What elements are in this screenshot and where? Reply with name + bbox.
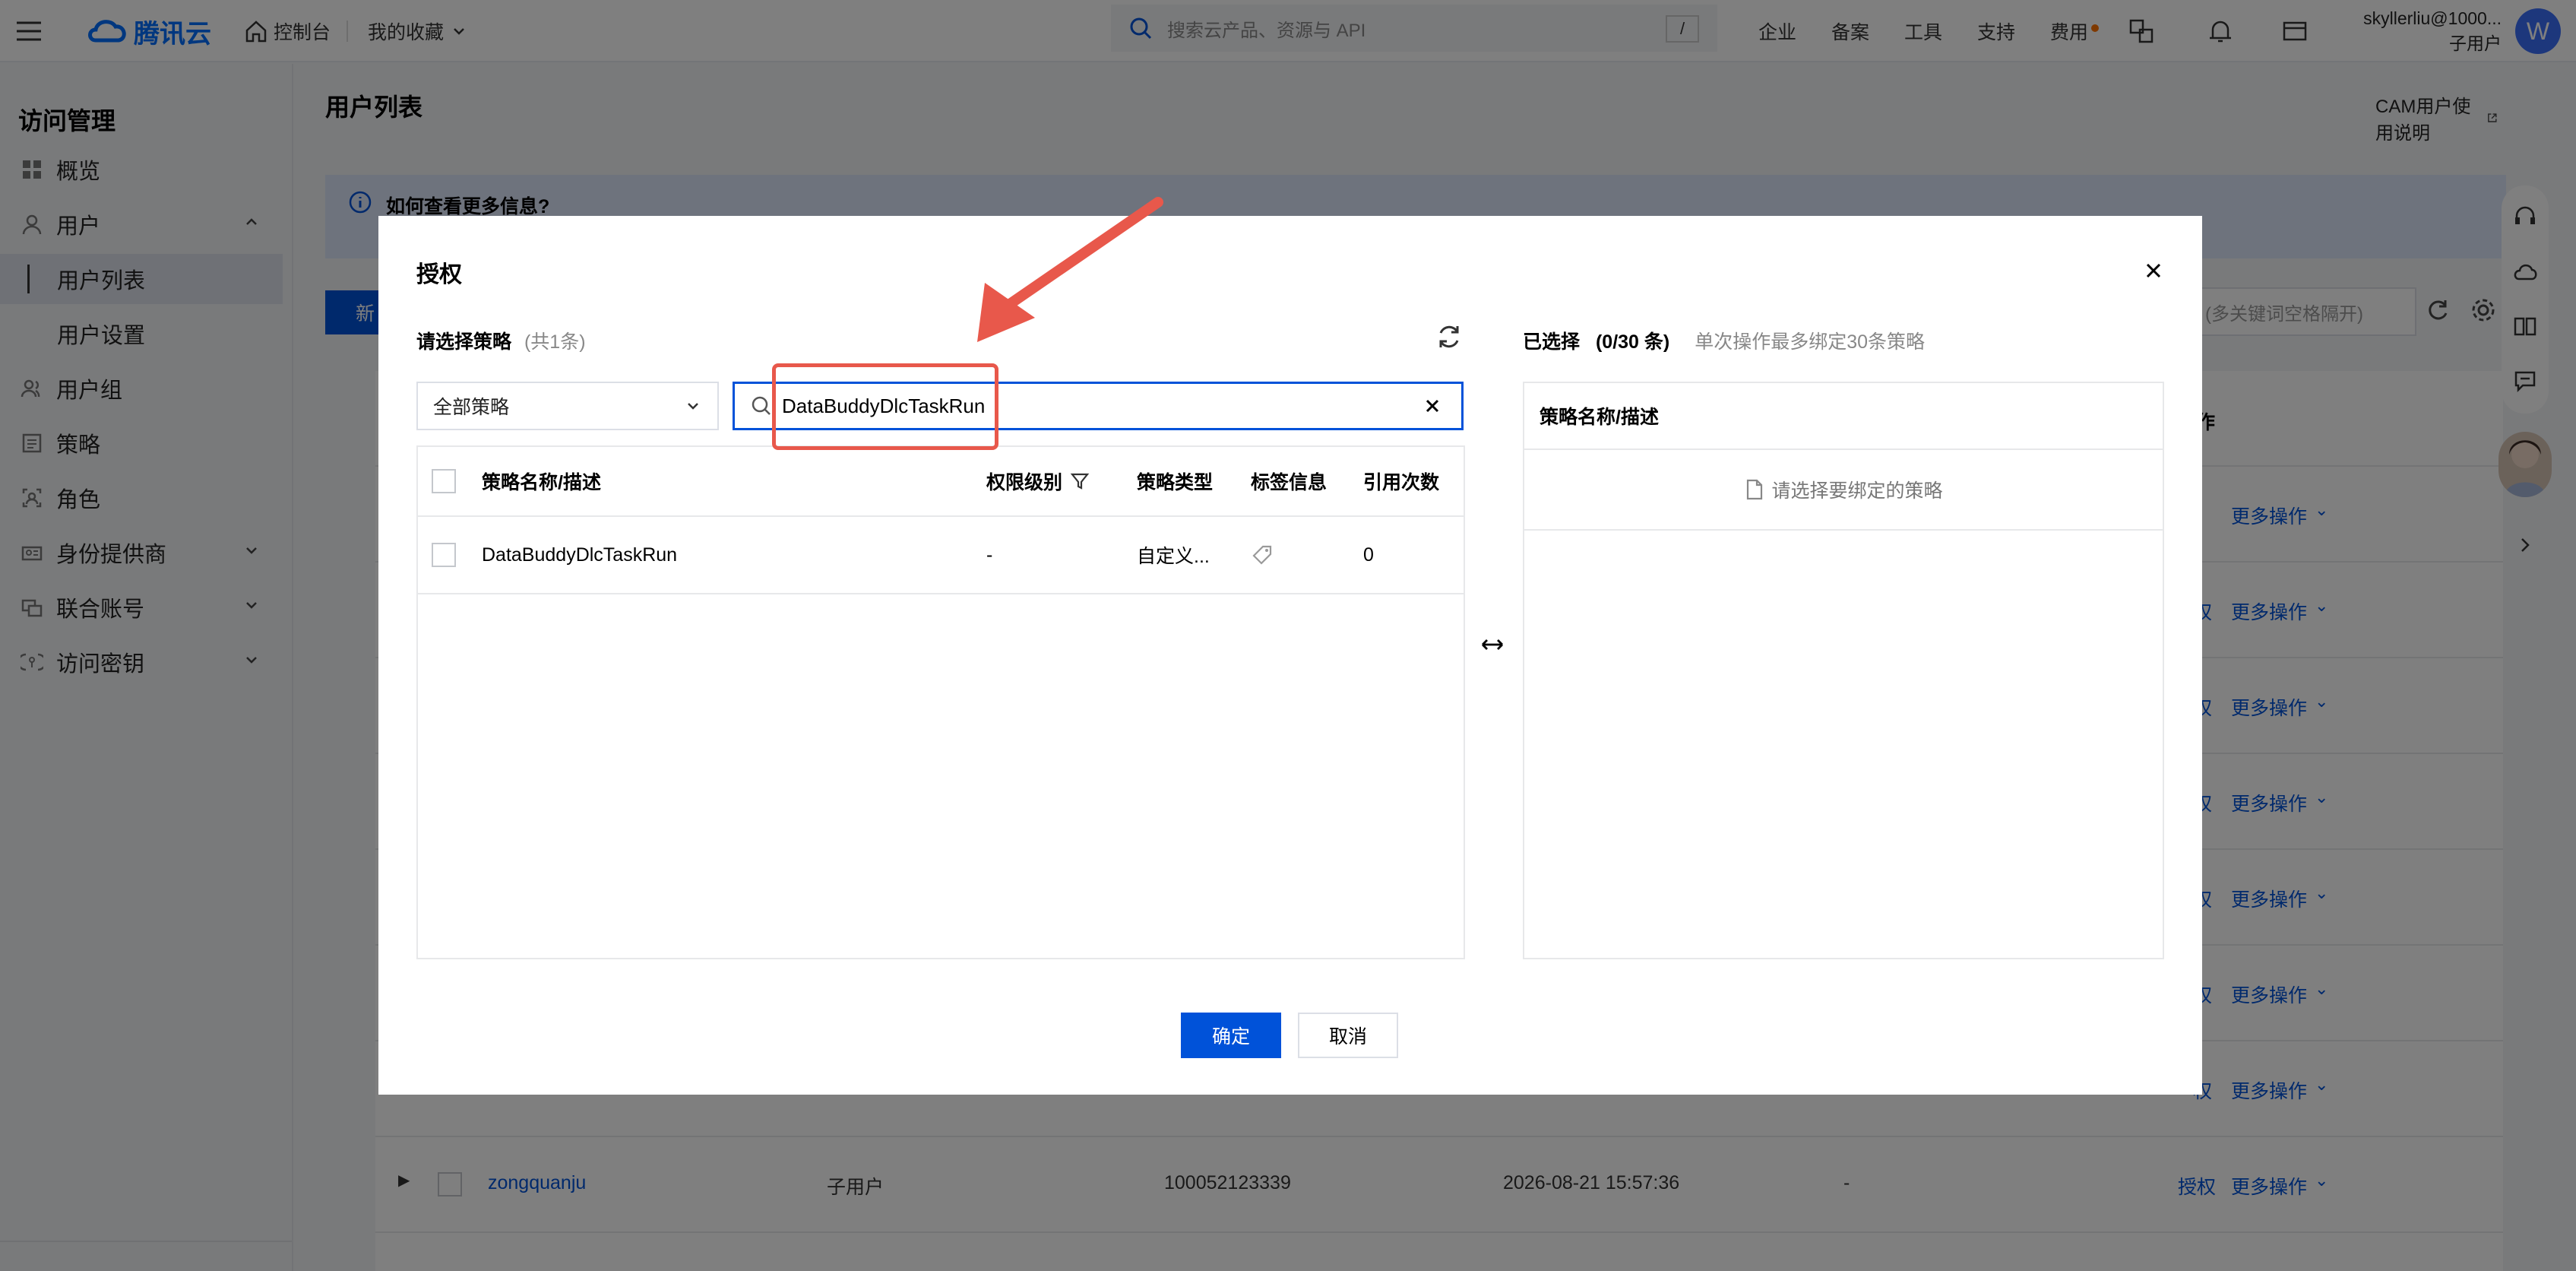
close-icon[interactable]: [2138, 255, 2169, 286]
cancel-button[interactable]: 取消: [1298, 1013, 1398, 1058]
cancel-button-label: 取消: [1328, 1026, 1367, 1048]
selected-title: 已选择: [1523, 331, 1581, 353]
selected-label: 已选择 (0/30 条) 单次操作最多绑定30条策略: [1523, 327, 1925, 354]
policy-table-header: 策略名称/描述 权限级别 策略类型 标签信息 引用次数: [418, 447, 1464, 517]
confirm-button-label: 确定: [1211, 1026, 1250, 1048]
row-checkbox[interactable]: [432, 517, 456, 593]
policy-type-value: 全部策略: [433, 397, 510, 418]
transfer-arrows-icon: [1479, 631, 1506, 662]
empty-state: 请选择要绑定的策略: [1524, 450, 2163, 531]
select-policy-label: 请选择策略 (共1条): [416, 327, 586, 354]
chevron-down-icon: [688, 403, 698, 410]
select-all-checkbox[interactable]: [432, 447, 456, 515]
column-header-level-label: 权限级别: [986, 472, 1063, 493]
selected-column-header: 策略名称/描述: [1540, 407, 1659, 428]
column-header-name: 策略名称/描述: [482, 472, 601, 493]
selected-hint: 单次操作最多绑定30条策略: [1695, 331, 1925, 353]
policy-level: -: [986, 544, 993, 566]
policy-type-select[interactable]: 全部策略: [416, 382, 719, 430]
annotation-highlight-box: [772, 363, 998, 450]
select-policy-title: 请选择策略: [416, 331, 512, 353]
confirm-button[interactable]: 确定: [1181, 1013, 1281, 1058]
clear-icon[interactable]: [1422, 395, 1443, 417]
authorize-dialog: 授权 请选择策略 (共1条) 全部策略 策略名称/描述 权限级别 策略类型 标签…: [378, 216, 2202, 1095]
dialog-title: 授权: [416, 262, 462, 287]
document-icon: [1747, 479, 1763, 500]
policy-table: 策略名称/描述 权限级别 策略类型 标签信息 引用次数 DataBuddyDlc…: [416, 445, 1465, 959]
policy-type: 自定义...: [1137, 546, 1210, 567]
policy-count: (共1条): [524, 331, 586, 353]
empty-state-text: 请选择要绑定的策略: [1771, 480, 1943, 502]
selected-table-header: 策略名称/描述: [1524, 383, 2163, 450]
policy-name: DataBuddyDlcTaskRun: [482, 544, 678, 566]
table-row[interactable]: DataBuddyDlcTaskRun - 自定义... 0: [418, 517, 1464, 594]
selected-policy-table: 策略名称/描述 请选择要绑定的策略: [1523, 382, 2164, 959]
column-header-refs: 引用次数: [1363, 472, 1440, 493]
selected-count: (0/30 条): [1595, 331, 1670, 353]
search-icon: [752, 396, 771, 415]
refresh-icon[interactable]: [1435, 322, 1464, 355]
column-header-type: 策略类型: [1137, 472, 1214, 493]
policy-ref-count: 0: [1363, 544, 1374, 566]
column-header-tags: 标签信息: [1251, 472, 1328, 493]
tag-icon[interactable]: [1251, 517, 1274, 593]
filter-icon[interactable]: [1070, 471, 1090, 491]
column-header-level: 权限级别: [986, 447, 1090, 515]
